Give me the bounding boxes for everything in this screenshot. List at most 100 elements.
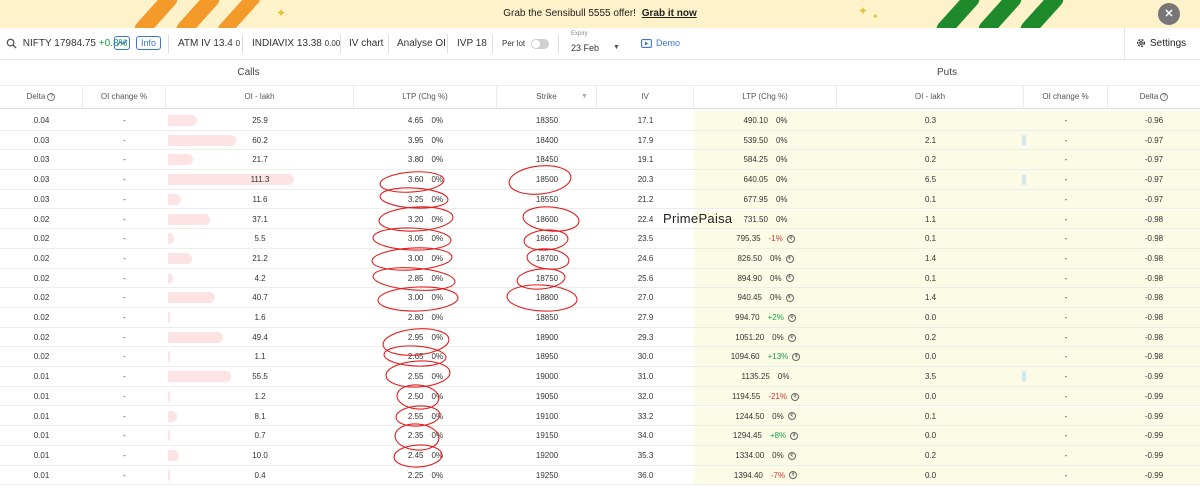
strike-price[interactable]: 18500 — [497, 170, 597, 189]
put-ltp-cell[interactable]: 1094.60 +13% ₹ — [694, 347, 837, 366]
call-ltp-cell[interactable]: 2.65 0% — [354, 347, 497, 366]
call-ltp-cell[interactable]: 2.85 0% — [354, 269, 497, 288]
rupee-icon[interactable]: ₹ — [785, 254, 794, 263]
call-ltp-cell[interactable]: 2.95 0% — [354, 328, 497, 347]
strike-price[interactable]: 19050 — [497, 387, 597, 406]
put-ltp-cell[interactable]: 1394.40 -7% ₹ — [694, 466, 837, 485]
table-row[interactable]: 0.02 - 5.5 3.05 0% 18650 23.5 795.35 -1% ₹0.1 - -0.… — [0, 229, 1200, 249]
put-ltp-cell[interactable]: 1244.50 0% ₹ — [694, 407, 837, 426]
settings-button[interactable]: Settings — [1124, 28, 1200, 59]
rupee-icon[interactable]: ₹ — [785, 274, 794, 283]
info-button[interactable]: Info — [136, 28, 162, 59]
call-ltp-cell[interactable]: 2.50 0% — [354, 387, 497, 406]
toggle-switch[interactable] — [531, 38, 550, 49]
rupee-icon[interactable]: ₹ — [787, 333, 796, 342]
put-ltp-header[interactable]: LTP (Chg %) — [694, 86, 837, 108]
rupee-icon[interactable]: ₹ — [787, 451, 796, 460]
table-row[interactable]: 0.03 - 60.2 3.95 0% 18400 17.9 539.50 0% 2.1 - -0.9… — [0, 130, 1200, 151]
call-ltp-cell[interactable]: 3.00 0% — [354, 249, 497, 268]
call-ltp-cell[interactable]: 3.00 0% — [354, 288, 497, 307]
strike-price[interactable]: 18650 — [497, 229, 597, 248]
put-ltp-cell[interactable]: 795.35 -1% ₹ — [694, 229, 837, 248]
table-row[interactable]: 0.02 - 1.6 2.80 0% 18850 27.9 994.70 +2% ₹0.0 - -0.… — [0, 308, 1200, 328]
strike-price[interactable]: 19250 — [497, 466, 597, 485]
put-ltp-cell[interactable]: 994.70 +2% ₹ — [694, 308, 837, 327]
grab-offer-link[interactable]: Grab it now — [642, 8, 697, 19]
table-row[interactable]: 0.03 - 111.3 3.60 0% 18500 20.3 640.05 0% 6.5 - -0.… — [0, 170, 1200, 190]
call-ltp-cell[interactable]: 3.20 0% — [354, 210, 497, 229]
price-chart-button[interactable] — [114, 28, 130, 59]
iv-chart-button[interactable]: IV chart — [349, 28, 383, 59]
put-ltp-cell[interactable]: 1294.45 +8% ₹ — [694, 426, 837, 445]
put-oi-header[interactable]: OI - lakh — [837, 86, 1024, 108]
call-ltp-cell[interactable]: 2.55 0% — [354, 407, 497, 426]
close-icon[interactable]: ✕ — [1158, 3, 1180, 25]
symbol-search[interactable]: NIFTY 17984.75 +0.8% — [6, 28, 127, 59]
rupee-icon[interactable]: ₹ — [786, 235, 795, 244]
strike-price[interactable]: 19150 — [497, 426, 597, 445]
demo-button[interactable]: Demo — [641, 28, 680, 59]
rupee-icon[interactable]: ₹ — [785, 294, 794, 303]
table-row[interactable]: 0.04 - 25.9 4.65 0% 18350 17.1 490.10 0% 0.3 - -0.9… — [0, 111, 1200, 131]
put-ltp-cell[interactable]: 1135.25 0% — [694, 367, 837, 386]
put-delta-header[interactable]: Delta? — [1108, 86, 1200, 108]
analyse-oi-button[interactable]: Analyse OI — [397, 28, 446, 59]
table-row[interactable]: 0.01 - 55.5 2.55 0% 19000 31.0 1135.25 0% 3.5 - -0.… — [0, 367, 1200, 387]
put-oi-change-header[interactable]: OI change % — [1024, 86, 1108, 108]
strike-price[interactable]: 18350 — [497, 111, 597, 130]
table-row[interactable]: 0.02-49.4 2.95 0% 18900 29.3 1051.20 0% ₹0.2- -0… — [0, 327, 1200, 348]
strike-price[interactable]: 18900 — [497, 328, 597, 347]
table-row[interactable]: 0.02-40.7 3.00 0% 18800 27.0 940.45 0% ₹1.4- -0.… — [0, 288, 1200, 308]
call-ltp-cell[interactable]: 2.80 0% — [354, 308, 497, 327]
put-ltp-cell[interactable]: 677.95 0% — [694, 190, 837, 209]
put-ltp-cell[interactable]: 584.25 0% — [694, 150, 837, 169]
call-ltp-cell[interactable]: 2.25 0% — [354, 466, 497, 485]
call-ltp-cell[interactable]: 2.35 0% — [354, 426, 497, 445]
table-row[interactable]: 0.02-37.1 3.20 0% 18600 22.4 731.50 0% 1.1- -0.9… — [0, 209, 1200, 230]
call-ltp-cell[interactable]: 4.65 0% — [354, 111, 497, 130]
strike-price[interactable]: 18450 — [497, 150, 597, 169]
table-row[interactable]: 0.02-4.2 2.85 0% 18750 25.6 894.90 0% ₹0.1- -0.9… — [0, 268, 1200, 289]
strike-price[interactable]: 18750 — [497, 269, 597, 288]
table-row[interactable]: 0.02 - 1.1 2.65 0% 18950 30.0 1094.60 +13% ₹0.0 - -… — [0, 347, 1200, 368]
call-ltp-cell[interactable]: 3.95 0% — [354, 131, 497, 150]
strike-header[interactable]: Strike ▼ — [497, 86, 597, 108]
table-row[interactable]: 0.01 - 1.2 2.50 0% 19050 32.0 1194.55 -21% ₹0.0 - -… — [0, 386, 1200, 407]
rupee-icon[interactable]: ₹ — [787, 412, 796, 421]
put-ltp-cell[interactable]: 490.10 0% — [694, 111, 837, 130]
call-ltp-cell[interactable]: 2.55 0% — [354, 367, 497, 386]
put-ltp-cell[interactable]: 1194.55 -21% ₹ — [694, 387, 837, 406]
strike-price[interactable]: 19200 — [497, 446, 597, 465]
strike-price[interactable]: 18800 — [497, 288, 597, 307]
rupee-icon[interactable]: ₹ — [790, 432, 799, 441]
call-ltp-cell[interactable]: 3.80 0% — [354, 150, 497, 169]
strike-price[interactable]: 18550 — [497, 190, 597, 209]
table-row[interactable]: 0.02-21.2 3.00 0% 18700 24.6 826.50 0% ₹1.4- -0.… — [0, 248, 1200, 269]
call-oi-change-header[interactable]: OI change % — [83, 86, 166, 108]
table-row[interactable]: 0.01-10.0 2.45 0% 19200 35.3 1334.00 0% ₹0.2- -0… — [0, 445, 1200, 466]
put-ltp-cell[interactable]: 894.90 0% ₹ — [694, 269, 837, 288]
expiry-select[interactable]: Expiry 23 Feb ▼ — [567, 31, 630, 57]
strike-price[interactable]: 18600 — [497, 210, 597, 229]
call-ltp-cell[interactable]: 3.25 0% — [354, 190, 497, 209]
strike-price[interactable]: 19100 — [497, 407, 597, 426]
put-ltp-cell[interactable]: 826.50 0% ₹ — [694, 249, 837, 268]
strike-price[interactable]: 18950 — [497, 347, 597, 366]
call-ltp-cell[interactable]: 2.45 0% — [354, 446, 497, 465]
help-icon[interactable]: ? — [47, 92, 56, 101]
rupee-icon[interactable]: ₹ — [791, 392, 799, 401]
put-ltp-cell[interactable]: 1334.00 0% ₹ — [694, 446, 837, 465]
rupee-icon[interactable]: ₹ — [792, 353, 801, 362]
call-ltp-cell[interactable]: 3.05 0% — [354, 229, 497, 248]
call-ltp-header[interactable]: LTP (Chg %) — [354, 86, 497, 108]
put-ltp-cell[interactable]: 640.05 0% — [694, 170, 837, 189]
call-delta-header[interactable]: Delta? — [0, 86, 83, 108]
table-row[interactable]: 0.03 - 21.7 3.80 0% 18450 19.1 584.25 0% 0.2 - -0.9… — [0, 150, 1200, 171]
strike-price[interactable]: 19000 — [497, 367, 597, 386]
strike-price[interactable]: 18850 — [497, 308, 597, 327]
strike-price[interactable]: 18700 — [497, 249, 597, 268]
call-ltp-cell[interactable]: 3.60 0% — [354, 170, 497, 189]
iv-header[interactable]: IV — [597, 86, 694, 108]
put-ltp-cell[interactable]: 940.45 0% ₹ — [694, 288, 837, 307]
table-row[interactable]: 0.01 - 0.7 2.35 0% 19150 34.0 1294.45 +8% ₹0.0 - -0… — [0, 426, 1200, 446]
